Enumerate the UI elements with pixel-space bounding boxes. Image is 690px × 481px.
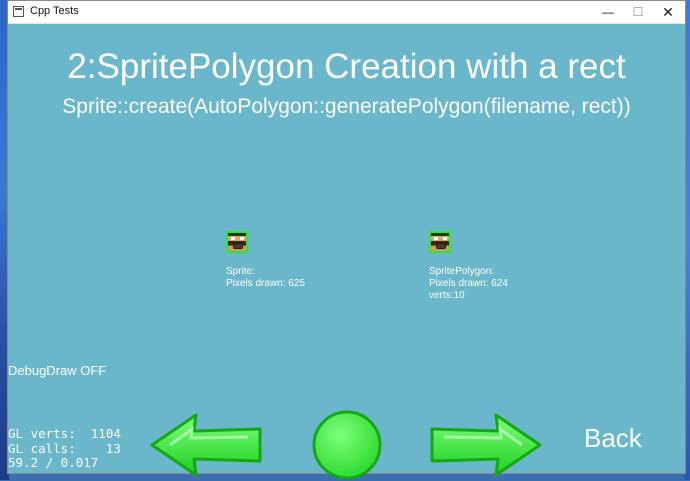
- sprite-polygon-pixels-drawn: Pixels drawn: 624: [429, 278, 508, 289]
- right-arrow-icon[interactable]: [428, 411, 544, 479]
- back-button[interactable]: Back: [584, 423, 642, 454]
- gl-calls: GL calls: 13: [8, 440, 121, 456]
- sprite-polygon-verts: verts:10: [429, 290, 465, 301]
- sprite-info-label: Sprite:: [226, 266, 255, 277]
- circle-icon: [312, 410, 382, 480]
- sprite-info: Sprite: Pixels drawn: 625: [226, 266, 305, 290]
- app-window-icon: [13, 6, 24, 17]
- minimize-icon: —: [602, 5, 614, 19]
- left-arrow-icon[interactable]: [148, 411, 264, 479]
- sprite-polygon-label: SpritePolygon:: [429, 266, 495, 277]
- gl-stats: GL verts: 1104 GL calls: 13 59.2 / 0.017: [8, 426, 121, 471]
- close-button[interactable]: ✕: [653, 1, 683, 23]
- maximize-button[interactable]: ☐: [623, 1, 653, 23]
- app-window: Cpp Tests — ☐ ✕ 2:SpritePolygon Creation…: [7, 0, 686, 480]
- scene-subtitle: Sprite::create(AutoPolygon::generatePoly…: [62, 95, 631, 118]
- sprite-pixels-drawn: Pixels drawn: 625: [226, 278, 305, 289]
- debug-draw-toggle[interactable]: DebugDraw OFF: [8, 363, 106, 378]
- title-bar[interactable]: Cpp Tests — ☐ ✕: [8, 1, 685, 24]
- sprite-polygon-image: [429, 231, 451, 253]
- window-title: Cpp Tests: [30, 5, 79, 17]
- maximize-icon: ☐: [632, 5, 644, 19]
- sprite-polygon-info: SpritePolygon: Pixels drawn: 624 verts:1…: [429, 266, 508, 302]
- gl-verts: GL verts: 1104: [8, 426, 121, 441]
- scene-title: 2:SpritePolygon Creation with a rect: [67, 47, 626, 86]
- minimize-button[interactable]: —: [593, 1, 623, 23]
- close-icon: ✕: [662, 3, 674, 20]
- fps-readout: 59.2 / 0.017: [8, 455, 99, 470]
- restart-button[interactable]: [311, 409, 383, 481]
- sprite-image: [226, 231, 248, 253]
- game-canvas[interactable]: 2:SpritePolygon Creation with a rect Spr…: [8, 23, 685, 480]
